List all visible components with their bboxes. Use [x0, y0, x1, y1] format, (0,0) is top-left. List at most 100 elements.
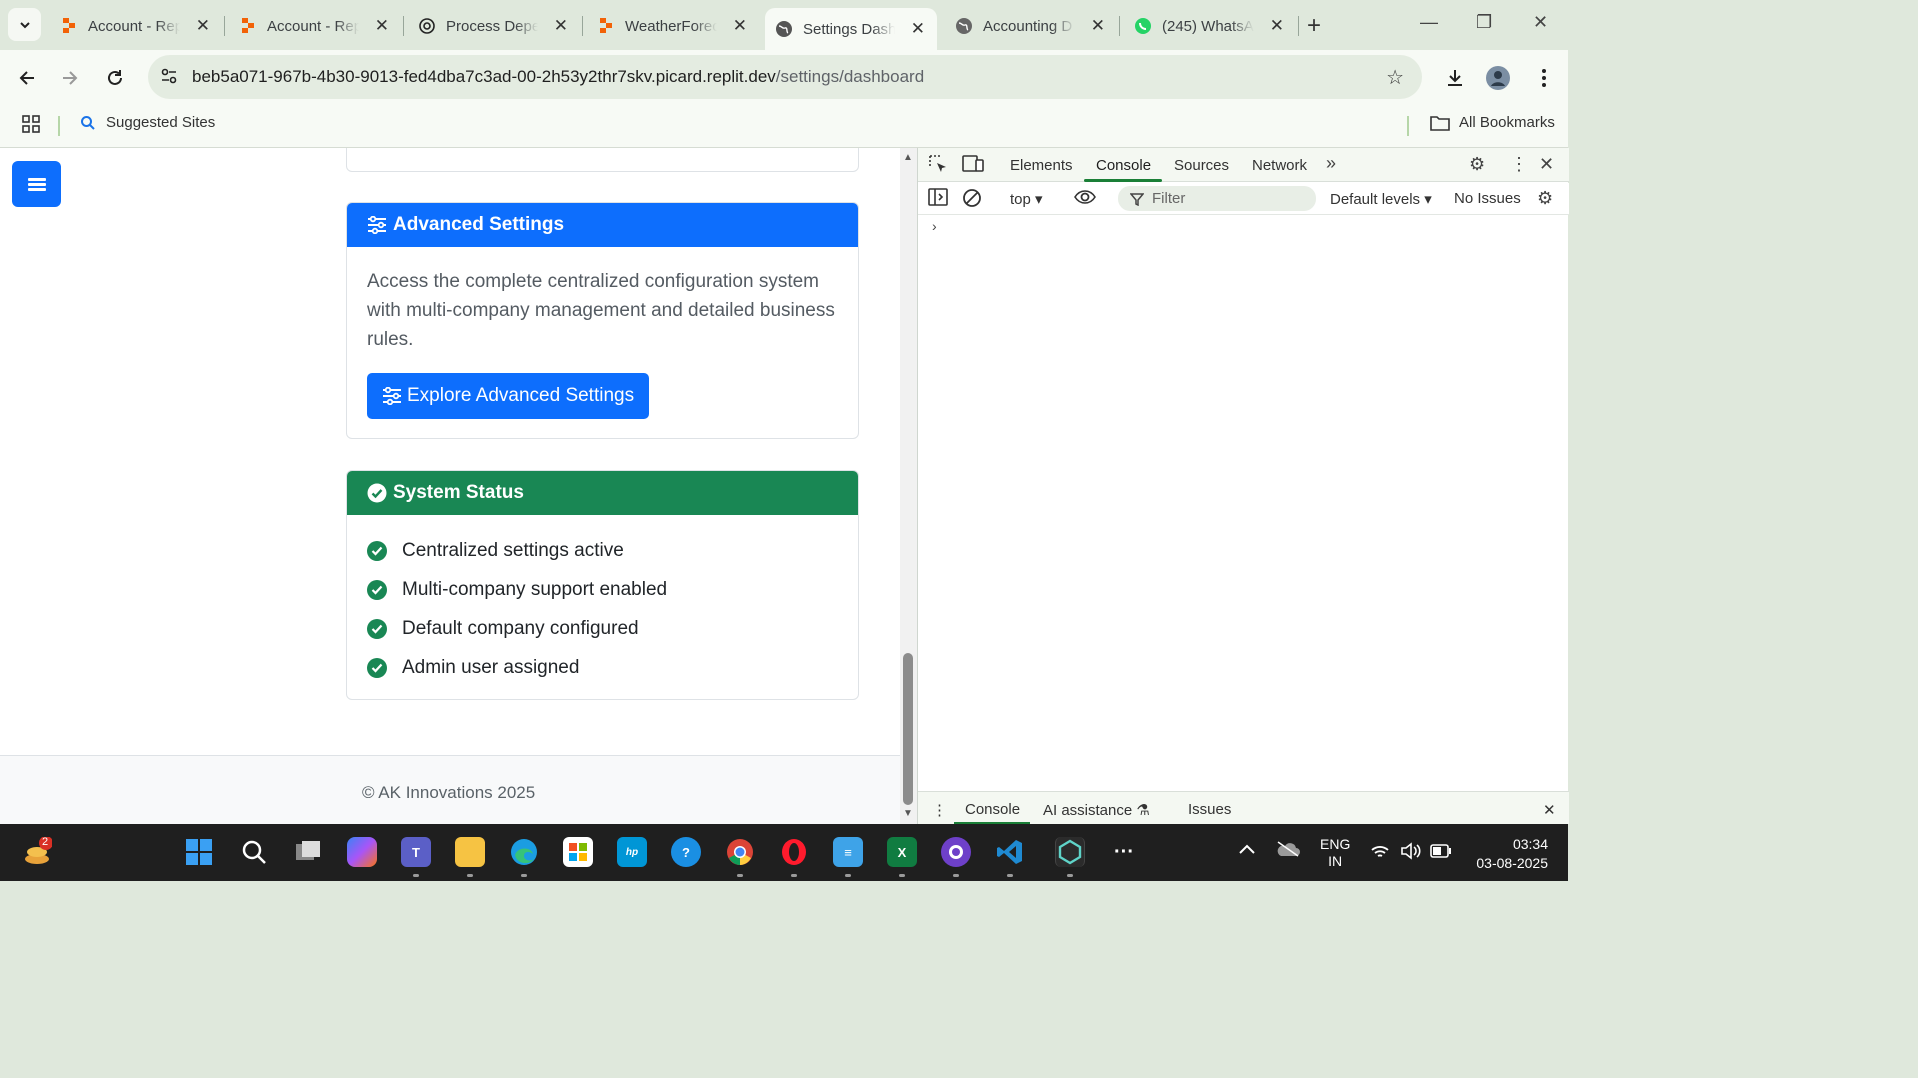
button-label: Explore Advanced Settings	[407, 385, 635, 406]
system-status-header: System Status	[347, 471, 858, 515]
tab-2[interactable]: Process Deper ✕	[418, 8, 568, 44]
show-hidden-icons-chevron-icon[interactable]	[1238, 842, 1256, 858]
devtools-tab-console[interactable]: Console	[1096, 157, 1151, 174]
opera-icon[interactable]	[779, 837, 809, 867]
browser-menu-button[interactable]	[1528, 62, 1560, 94]
back-button[interactable]	[11, 62, 43, 94]
myhp-icon[interactable]: hp	[617, 837, 647, 867]
clock[interactable]: 03:34 03-08-2025	[1468, 835, 1548, 873]
battery-icon[interactable]	[1430, 844, 1452, 861]
taskbar-search-icon[interactable]	[239, 837, 269, 867]
sidebar-toggle-icon[interactable]	[928, 188, 948, 211]
bookmark-star-icon[interactable]: ☆	[1386, 65, 1404, 90]
url-host: beb5a071-967b-4b30-9013-fed4dba7c3ad-00-…	[192, 67, 776, 86]
devtools-tab-network[interactable]: Network	[1252, 157, 1307, 174]
footer-copyright: © AK Innovations 2025	[362, 783, 536, 802]
close-drawer-icon[interactable]: ✕	[1543, 801, 1556, 819]
bookmark-suggested-sites[interactable]: Suggested Sites	[80, 114, 215, 131]
all-bookmarks-button[interactable]: All Bookmarks	[1430, 114, 1555, 131]
site-info-icon[interactable]	[160, 67, 182, 88]
console-filter-input[interactable]: Filter	[1118, 186, 1316, 211]
help-icon[interactable]: ?	[671, 837, 701, 867]
forward-button[interactable]	[54, 62, 86, 94]
sidebar-toggle-button[interactable]	[12, 161, 61, 207]
address-bar[interactable]: beb5a071-967b-4b30-9013-fed4dba7c3ad-00-…	[148, 55, 1422, 99]
close-tab-icon[interactable]: ✕	[911, 19, 925, 39]
explore-advanced-settings-button[interactable]: Explore Advanced Settings	[367, 373, 650, 419]
more-vert-icon[interactable]: ⋮	[1510, 154, 1528, 175]
more-apps-icon[interactable]: ···	[1109, 837, 1139, 867]
download-button[interactable]	[1439, 62, 1471, 94]
apps-grid-icon[interactable]	[22, 115, 40, 138]
tab-5[interactable]: Accounting D ✕	[955, 8, 1105, 44]
settings-gear-icon[interactable]: ⚙	[1469, 154, 1485, 175]
tab-search-button[interactable]	[8, 8, 41, 41]
drawer-tab-issues[interactable]: Issues	[1188, 801, 1231, 818]
device-toolbar-icon[interactable]	[962, 154, 984, 179]
edge-icon[interactable]	[509, 837, 539, 867]
vscode-icon[interactable]	[995, 837, 1025, 867]
running-indicator	[1007, 874, 1013, 877]
inspect-element-icon[interactable]	[928, 154, 948, 179]
close-devtools-icon[interactable]: ✕	[1539, 154, 1554, 175]
tab-0[interactable]: Account - Rep ✕	[60, 8, 210, 44]
tab-separator	[582, 16, 583, 36]
teams-icon[interactable]: T	[401, 837, 431, 867]
close-tab-icon[interactable]: ✕	[1091, 16, 1105, 36]
clear-console-icon[interactable]	[962, 188, 982, 213]
chevron-down-icon	[19, 21, 30, 28]
eye-icon[interactable]	[1074, 188, 1096, 211]
github-desktop-icon[interactable]	[941, 837, 971, 867]
close-tab-icon[interactable]: ✕	[1270, 16, 1284, 36]
volume-icon[interactable]	[1400, 842, 1422, 863]
scroll-up-arrow-icon[interactable]: ▲	[903, 152, 913, 163]
task-view-icon[interactable]	[293, 837, 323, 867]
url-text[interactable]: beb5a071-967b-4b30-9013-fed4dba7c3ad-00-…	[192, 67, 924, 87]
tab-3[interactable]: WeatherForec ✕	[597, 8, 747, 44]
running-indicator	[899, 874, 905, 877]
context-selector[interactable]: top ▾	[1010, 190, 1043, 208]
minimize-button[interactable]: —	[1420, 12, 1438, 33]
devtools-tab-elements[interactable]: Elements	[1010, 157, 1073, 174]
more-tabs-chevron-icon[interactable]: »	[1326, 153, 1336, 174]
cursor-app-icon[interactable]	[1055, 837, 1085, 867]
scroll-down-arrow-icon[interactable]: ▼	[903, 808, 913, 819]
microsoft-store-icon[interactable]	[563, 837, 593, 867]
tab-1[interactable]: Account - Rep ✕	[239, 8, 389, 44]
close-tab-icon[interactable]: ✕	[196, 16, 210, 36]
close-tab-icon[interactable]: ✕	[375, 16, 389, 36]
status-item: Multi-company support enabled	[367, 570, 838, 609]
page-scrollbar[interactable]: ▲ ▼	[900, 148, 917, 824]
bookmark-label: Suggested Sites	[106, 114, 216, 131]
windows-start-icon[interactable]	[184, 837, 214, 867]
tab-4-active[interactable]: Settings Dashl ✕	[765, 8, 937, 50]
tab-separator	[1119, 16, 1120, 36]
close-window-button[interactable]: ✕	[1533, 12, 1548, 33]
issues-counter[interactable]: No Issues	[1454, 190, 1521, 207]
devtools-tab-sources[interactable]: Sources	[1174, 157, 1229, 174]
console-prompt-chevron-icon[interactable]: ›	[932, 218, 937, 234]
onedrive-icon[interactable]	[1276, 840, 1300, 861]
new-tab-button[interactable]: +	[1307, 12, 1321, 40]
profile-avatar[interactable]	[1482, 62, 1514, 94]
close-tab-icon[interactable]: ✕	[733, 16, 747, 36]
chrome-icon[interactable]	[725, 837, 755, 867]
restore-button[interactable]: ❐	[1476, 12, 1492, 33]
drawer-menu-icon[interactable]: ⋮	[932, 801, 947, 819]
sliders-icon	[382, 387, 402, 405]
scrollbar-thumb[interactable]	[903, 653, 913, 805]
language-indicator[interactable]: ENG IN	[1320, 836, 1350, 870]
notepad-icon[interactable]: ≡	[833, 837, 863, 867]
close-tab-icon[interactable]: ✕	[554, 16, 568, 36]
copilot-icon[interactable]	[347, 837, 377, 867]
console-settings-gear-icon[interactable]: ⚙	[1537, 188, 1553, 209]
drawer-tab-console[interactable]: Console	[965, 801, 1020, 818]
reload-button[interactable]	[99, 62, 131, 94]
widgets-icon[interactable]: 2	[22, 836, 52, 867]
tab-6[interactable]: (245) WhatsAp ✕	[1134, 8, 1284, 44]
excel-icon[interactable]: X	[887, 837, 917, 867]
log-levels-dropdown[interactable]: Default levels ▾	[1330, 190, 1432, 208]
wifi-icon[interactable]	[1370, 844, 1390, 863]
drawer-tab-ai-assistance[interactable]: AI assistance ⚗	[1043, 801, 1150, 819]
file-explorer-icon[interactable]	[455, 837, 485, 867]
